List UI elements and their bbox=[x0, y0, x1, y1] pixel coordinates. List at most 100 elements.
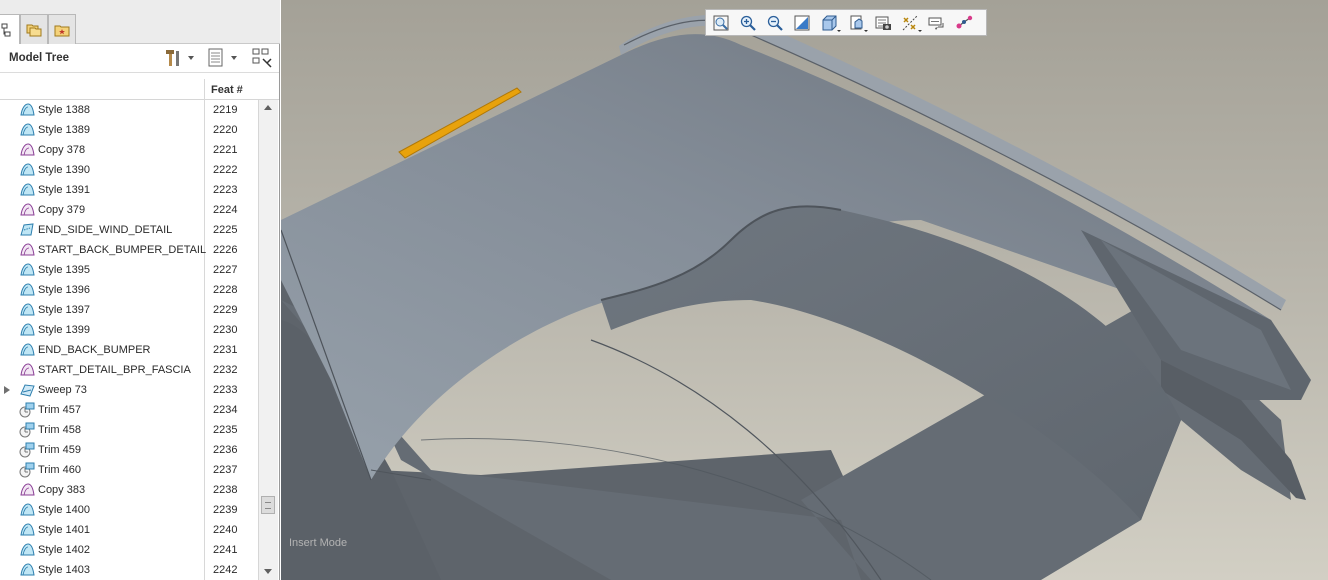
tree-row[interactable]: Style 1390 2222 bbox=[0, 160, 258, 180]
feature-number: 2242 bbox=[213, 564, 238, 576]
feature-name: Style 1390 bbox=[38, 164, 90, 176]
style-icon bbox=[19, 342, 36, 358]
copy-icon bbox=[19, 202, 36, 218]
datum-display-button[interactable] bbox=[898, 11, 922, 34]
tree-filters-button[interactable] bbox=[251, 47, 273, 69]
tree-row[interactable]: Copy 378 2221 bbox=[0, 140, 258, 160]
feature-number: 2227 bbox=[213, 264, 238, 276]
tree-row[interactable]: Sweep 73 2233 bbox=[0, 380, 258, 400]
tree-scrollbar[interactable] bbox=[258, 100, 278, 580]
annotation-display-icon bbox=[928, 17, 944, 30]
graphics-window[interactable]: Insert Mode bbox=[281, 0, 1328, 580]
saved-views-icon bbox=[850, 15, 863, 29]
feature-name: START_BACK_BUMPER_DETAIL bbox=[38, 244, 207, 256]
tree-row[interactable]: Style 1389 2220 bbox=[0, 120, 258, 140]
feature-number: 2238 bbox=[213, 484, 238, 496]
tree-row[interactable]: Style 1403 2242 bbox=[0, 560, 258, 580]
feature-name: Style 1395 bbox=[38, 264, 90, 276]
feature-number: 2236 bbox=[213, 444, 238, 456]
spin-center-button[interactable] bbox=[952, 11, 976, 34]
sweep-icon bbox=[19, 382, 36, 398]
model-tree-tab[interactable] bbox=[0, 14, 20, 45]
expand-arrow-icon[interactable] bbox=[4, 386, 10, 394]
tree-row[interactable]: Copy 383 2238 bbox=[0, 480, 258, 500]
scroll-down-button[interactable] bbox=[260, 564, 277, 580]
annotation-display-button[interactable] bbox=[925, 11, 949, 34]
scroll-thumb[interactable] bbox=[261, 496, 275, 514]
refit-icon bbox=[713, 15, 729, 30]
tree-row[interactable]: Style 1396 2228 bbox=[0, 280, 258, 300]
display-style-button[interactable] bbox=[817, 11, 841, 34]
copy-icon bbox=[19, 362, 36, 378]
feat-number-column-header[interactable]: Feat # bbox=[211, 84, 243, 96]
feature-name: Trim 458 bbox=[38, 424, 81, 436]
model-tree-title: Model Tree bbox=[9, 52, 70, 64]
model-view[interactable] bbox=[281, 0, 1328, 580]
tree-row[interactable]: Style 1402 2241 bbox=[0, 540, 258, 560]
zoom-out-button[interactable] bbox=[763, 11, 787, 34]
feature-number: 2223 bbox=[213, 184, 238, 196]
tree-row[interactable]: Style 1395 2227 bbox=[0, 260, 258, 280]
style-icon bbox=[19, 322, 36, 338]
tree-row[interactable]: Style 1397 2229 bbox=[0, 300, 258, 320]
tree-row[interactable]: Style 1400 2239 bbox=[0, 500, 258, 520]
folder-browser-icon bbox=[26, 24, 42, 36]
feature-name: END_SIDE_WIND_DETAIL bbox=[38, 224, 173, 236]
model-tree-list: Style 1388 2219 Style 1389 2220 Copy 378 2221… bbox=[0, 100, 258, 580]
feature-name: Trim 460 bbox=[38, 464, 81, 476]
feature-number: 2234 bbox=[213, 404, 238, 416]
zoom-in-icon bbox=[740, 15, 756, 31]
style-icon bbox=[19, 262, 36, 278]
show-columns-menu[interactable] bbox=[207, 47, 237, 69]
tree-row[interactable]: END_BACK_BUMPER 2231 bbox=[0, 340, 258, 360]
feature-name: Style 1399 bbox=[38, 324, 90, 336]
feature-name: Sweep 73 bbox=[38, 384, 87, 396]
feature-number: 2241 bbox=[213, 544, 238, 556]
graphics-toolbar bbox=[705, 9, 987, 36]
settings-menu[interactable] bbox=[163, 47, 194, 69]
feature-name: Trim 459 bbox=[38, 444, 81, 456]
feature-name: Style 1403 bbox=[38, 564, 90, 576]
folder-browser-tab[interactable] bbox=[20, 14, 48, 44]
feature-number: 2237 bbox=[213, 464, 238, 476]
chevron-down-icon bbox=[918, 30, 922, 32]
tree-row[interactable]: Style 1399 2230 bbox=[0, 320, 258, 340]
tree-row[interactable]: END_SIDE_WIND_DETAIL 2225 bbox=[0, 220, 258, 240]
tree-row[interactable]: START_BACK_BUMPER_DETAIL 2226 bbox=[0, 240, 258, 260]
feature-number: 2232 bbox=[213, 364, 238, 376]
view-manager-button[interactable] bbox=[871, 11, 895, 34]
style-icon bbox=[19, 102, 36, 118]
model-tree-icon bbox=[1, 23, 11, 37]
feature-number: 2226 bbox=[213, 244, 238, 256]
saved-views-button[interactable] bbox=[844, 11, 868, 34]
style-icon bbox=[19, 502, 36, 518]
tree-row[interactable]: Style 1391 2223 bbox=[0, 180, 258, 200]
tree-row[interactable]: Trim 457 2234 bbox=[0, 400, 258, 420]
feature-number: 2219 bbox=[213, 104, 238, 116]
tree-row[interactable]: Style 1388 2219 bbox=[0, 100, 258, 120]
display-style-icon bbox=[822, 15, 837, 30]
refit-button[interactable] bbox=[709, 11, 733, 34]
copy-icon bbox=[19, 242, 36, 258]
tree-row[interactable]: Style 1401 2240 bbox=[0, 520, 258, 540]
zoom-in-button[interactable] bbox=[736, 11, 760, 34]
feature-name: Style 1389 bbox=[38, 124, 90, 136]
tree-row[interactable]: START_DETAIL_BPR_FASCIA 2232 bbox=[0, 360, 258, 380]
datum-display-icon bbox=[902, 15, 918, 30]
tree-row[interactable]: Copy 379 2224 bbox=[0, 200, 258, 220]
tree-row[interactable]: Trim 459 2236 bbox=[0, 440, 258, 460]
feature-name: Style 1396 bbox=[38, 284, 90, 296]
feature-number: 2229 bbox=[213, 304, 238, 316]
feature-name: Trim 457 bbox=[38, 404, 81, 416]
feature-name: Copy 378 bbox=[38, 144, 86, 156]
feature-name: Style 1400 bbox=[38, 504, 90, 516]
tree-row[interactable]: Trim 458 2235 bbox=[0, 420, 258, 440]
chevron-down-icon bbox=[231, 56, 237, 60]
repaint-button[interactable] bbox=[790, 11, 814, 34]
trim-icon bbox=[19, 462, 36, 478]
scroll-up-button[interactable] bbox=[260, 100, 277, 116]
favorites-tab[interactable] bbox=[48, 14, 76, 44]
feature-name: Copy 379 bbox=[38, 204, 86, 216]
tree-row[interactable]: Trim 460 2237 bbox=[0, 460, 258, 480]
feature-number: 2235 bbox=[213, 424, 238, 436]
